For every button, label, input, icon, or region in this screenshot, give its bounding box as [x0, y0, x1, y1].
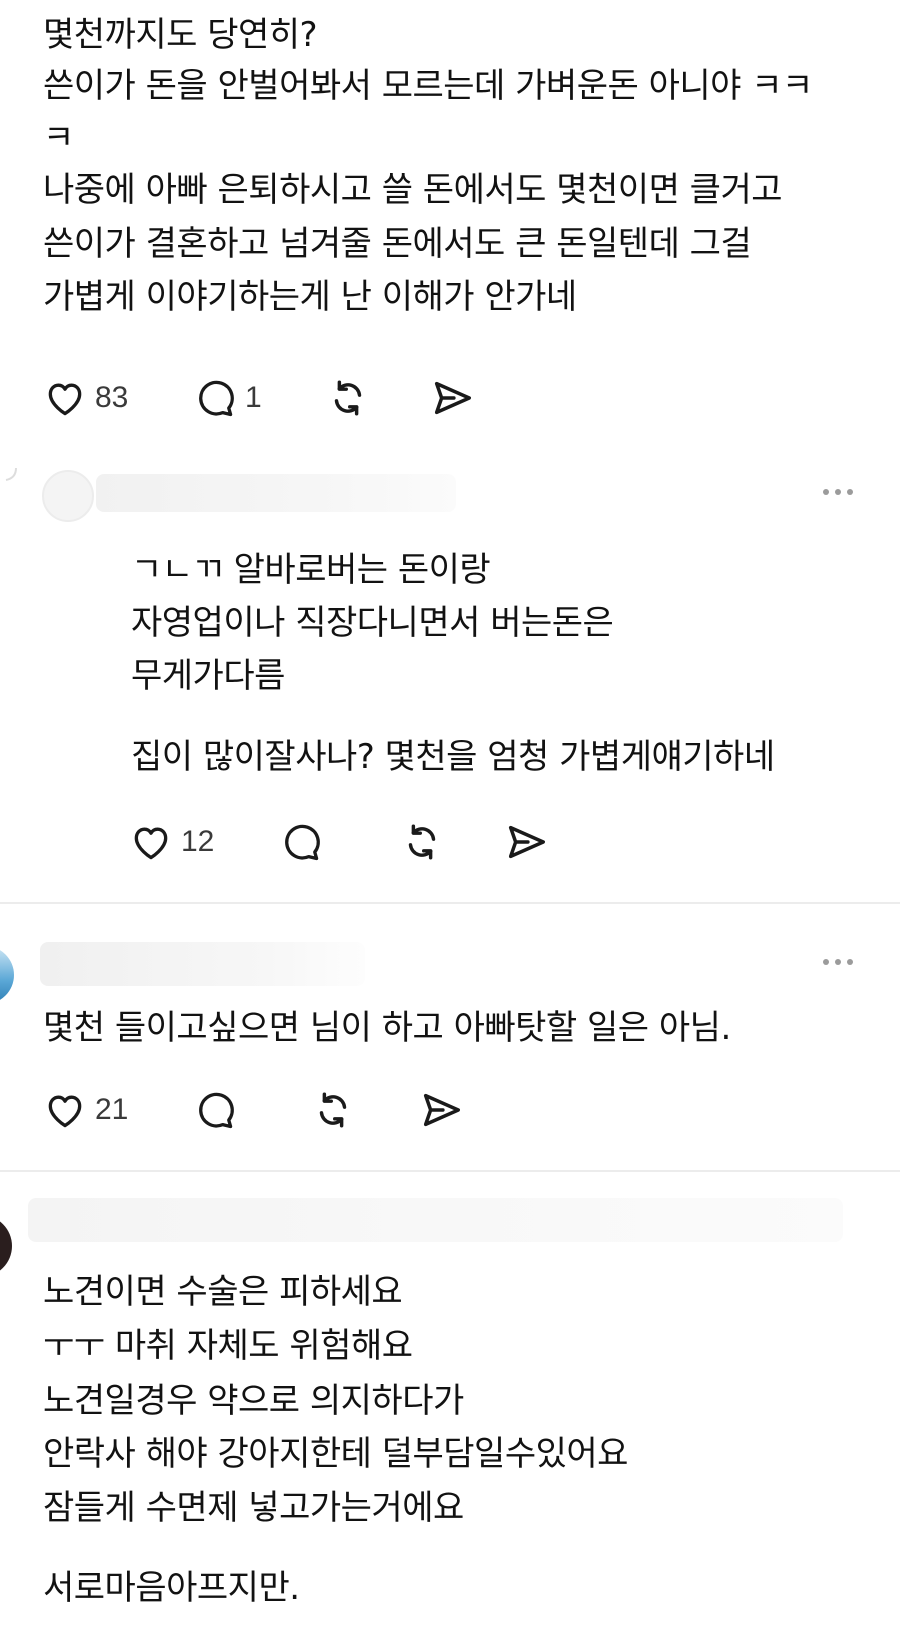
repost-button[interactable]: [399, 817, 445, 867]
comment-3-line-1: 몇천 들이고싶으면 님이 하고 아빠탓할 일은 아님.: [43, 1008, 731, 1048]
share-button[interactable]: [429, 373, 475, 423]
repost-button[interactable]: [310, 1085, 356, 1135]
username-redacted: [40, 942, 365, 986]
reply-line-2: 자영업이나 직장다니면서 버는돈은: [131, 603, 614, 643]
comment-1-line-5: 쓴이가 결혼하고 넘겨줄 돈에서도 큰 돈일텐데 그걸: [43, 224, 752, 264]
comment-1-actions: 83 1: [43, 373, 503, 423]
reply-button[interactable]: 1: [193, 373, 262, 423]
more-dot: [835, 489, 841, 495]
heart-icon: [48, 1095, 82, 1128]
more-dot: [847, 959, 853, 965]
reply-line-1: ㄱㄴㄲ 알바로버는 돈이랑: [131, 550, 491, 590]
like-button[interactable]: 83: [43, 373, 128, 423]
comment-4-line-2: ㅜㅜ 마취 자체도 위험해요: [43, 1326, 413, 1366]
speech-bubble-icon: [199, 380, 234, 417]
reply-button[interactable]: [279, 817, 323, 867]
comment-3-actions: 21: [43, 1085, 483, 1135]
comment-1-line-6: 가볍게 이야기하는게 난 이해가 안가네: [43, 277, 577, 317]
comment-4-line-4: 안락사 해야 강아지한테 덜부담일수있어요: [43, 1434, 628, 1474]
speech-bubble-icon: [199, 1092, 234, 1129]
more-dots-icon: [823, 489, 829, 495]
send-icon: [423, 1093, 460, 1127]
repost-icon: [319, 1092, 347, 1128]
like-button[interactable]: 12: [129, 817, 214, 867]
comment-4-line-3: 노견일경우 약으로 의지하다가: [43, 1381, 464, 1421]
more-options-button[interactable]: [818, 482, 858, 502]
like-count: 21: [95, 1093, 129, 1126]
avatar[interactable]: [0, 946, 14, 1004]
speech-bubble-icon: [285, 824, 320, 861]
heart-icon: [48, 383, 82, 416]
repost-button[interactable]: [325, 373, 371, 423]
share-button[interactable]: [503, 817, 549, 867]
more-options-button[interactable]: [818, 952, 858, 972]
repost-icon: [334, 380, 362, 416]
reply-line-4: 집이 많이잘사나? 몇천을 엄청 가볍게얘기하네: [131, 737, 775, 777]
username-redacted: [28, 1198, 843, 1242]
username-redacted: [96, 474, 456, 512]
comment-1-line-1: 몇천까지도 당연히?: [43, 15, 318, 55]
send-icon: [508, 825, 545, 859]
reply-count: 1: [245, 381, 262, 414]
more-dots-icon: [823, 959, 829, 965]
send-icon: [434, 381, 471, 415]
repost-icon: [408, 824, 436, 860]
divider: [0, 1170, 900, 1172]
more-dot: [835, 959, 841, 965]
comment-4-line-1: 노견이면 수술은 피하세요: [43, 1272, 403, 1312]
reply-actions: 12: [129, 817, 569, 867]
avatar[interactable]: [0, 1215, 12, 1277]
like-button[interactable]: 21: [43, 1085, 128, 1135]
like-count: 83: [95, 381, 129, 414]
comment-1-line-3: ㅋ: [43, 118, 74, 158]
reply-button[interactable]: [193, 1085, 237, 1135]
comment-1-line-4: 나중에 아빠 은퇴하시고 쓸 돈에서도 몇천이면 클거고: [43, 170, 783, 210]
like-count: 12: [181, 825, 215, 858]
share-button[interactable]: [418, 1085, 464, 1135]
divider: [0, 902, 900, 904]
more-dot: [847, 489, 853, 495]
thread-line: [5, 468, 17, 481]
avatar[interactable]: [42, 470, 94, 522]
comment-4-line-5: 잠들게 수면제 넣고가는거에요: [43, 1488, 464, 1528]
heart-icon: [134, 827, 168, 860]
comment-4-line-6: 서로마음아프지만.: [43, 1568, 300, 1608]
comment-1-line-2: 쓴이가 돈을 안벌어봐서 모르는데 가벼운돈 아니야 ㅋㅋ: [43, 66, 813, 106]
reply-line-3: 무게가다름: [131, 656, 285, 696]
